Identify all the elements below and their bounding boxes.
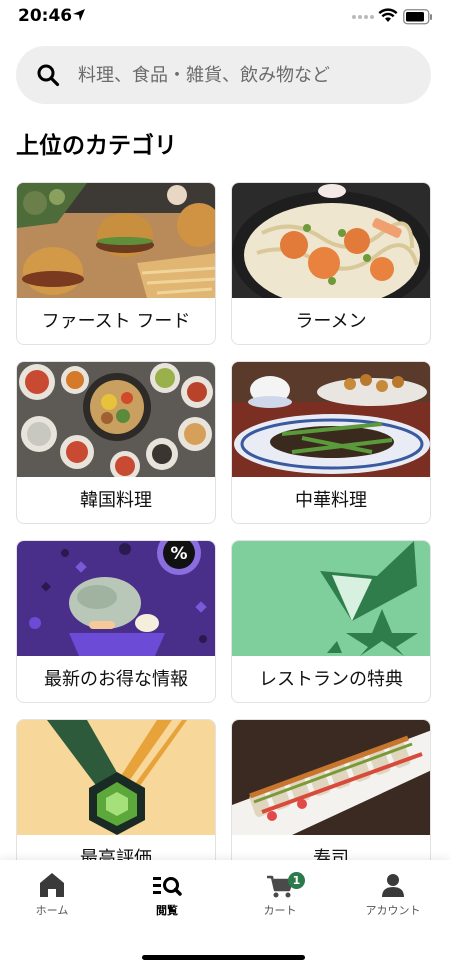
nav-home[interactable]: ホーム bbox=[0, 868, 107, 928]
sushi-image bbox=[232, 720, 430, 835]
nav-label: カート bbox=[263, 904, 297, 917]
category-card-chinese[interactable]: 中華料理 bbox=[231, 361, 431, 524]
nav-account[interactable]: アカウント bbox=[338, 868, 448, 928]
category-card-deals[interactable]: % 最新のお得な情報 bbox=[16, 540, 216, 703]
search-bar[interactable] bbox=[16, 46, 431, 104]
location-arrow-icon bbox=[73, 9, 85, 21]
svg-text:%: % bbox=[170, 544, 187, 564]
home-indicator bbox=[142, 955, 305, 960]
top-rated-image bbox=[17, 720, 215, 835]
account-icon bbox=[382, 874, 404, 897]
nav-label: 閲覧 bbox=[156, 904, 178, 917]
section-title: 上位のカテゴリ bbox=[16, 133, 177, 159]
search-icon bbox=[37, 64, 60, 87]
chinese-food-image bbox=[232, 362, 430, 477]
category-label: ファースト フード bbox=[41, 311, 191, 332]
category-label: レストランの特典 bbox=[259, 669, 403, 690]
category-card-korean[interactable]: 韓国料理 bbox=[16, 361, 216, 524]
browse-icon bbox=[153, 877, 182, 896]
ramen-image bbox=[232, 183, 430, 298]
perks-image bbox=[232, 541, 430, 656]
fast-food-image bbox=[17, 183, 215, 298]
deals-image: % bbox=[17, 541, 215, 656]
nav-label: ホーム bbox=[35, 904, 69, 917]
category-label: ラーメン bbox=[295, 311, 367, 332]
category-card-fast-food[interactable]: ファースト フード bbox=[16, 182, 216, 345]
category-label: 寿司 bbox=[313, 848, 349, 862]
category-card-ramen[interactable]: ラーメン bbox=[231, 182, 431, 345]
category-card-restaurant-perks[interactable]: レストランの特典 bbox=[231, 540, 431, 703]
category-label: 最高評価 bbox=[80, 848, 152, 862]
status-bar: 20:46 bbox=[0, 0, 450, 36]
nav-label: アカウント bbox=[365, 904, 421, 917]
cellular-signal-icon bbox=[352, 15, 374, 19]
nav-cart[interactable]: 1 カート bbox=[225, 868, 335, 928]
category-card-sushi[interactable]: 寿司 bbox=[231, 719, 431, 862]
nav-browse[interactable]: 閲覧 bbox=[112, 868, 222, 928]
category-label: 中華料理 bbox=[295, 490, 367, 511]
status-time: 20:46 bbox=[18, 6, 73, 26]
wifi-icon bbox=[378, 8, 398, 22]
category-label: 韓国料理 bbox=[80, 490, 152, 511]
korean-food-image bbox=[17, 362, 215, 477]
home-icon bbox=[40, 873, 64, 897]
category-card-top-rated[interactable]: 最高評価 bbox=[16, 719, 216, 862]
search-input[interactable] bbox=[78, 46, 418, 104]
battery-icon bbox=[403, 9, 432, 25]
cart-badge: 1 bbox=[288, 872, 305, 889]
category-grid: ファースト フード ラーメン 韓国料理 中華料理 % 最新のお得な情報 レストラ… bbox=[16, 182, 431, 862]
category-label: 最新のお得な情報 bbox=[44, 669, 188, 690]
